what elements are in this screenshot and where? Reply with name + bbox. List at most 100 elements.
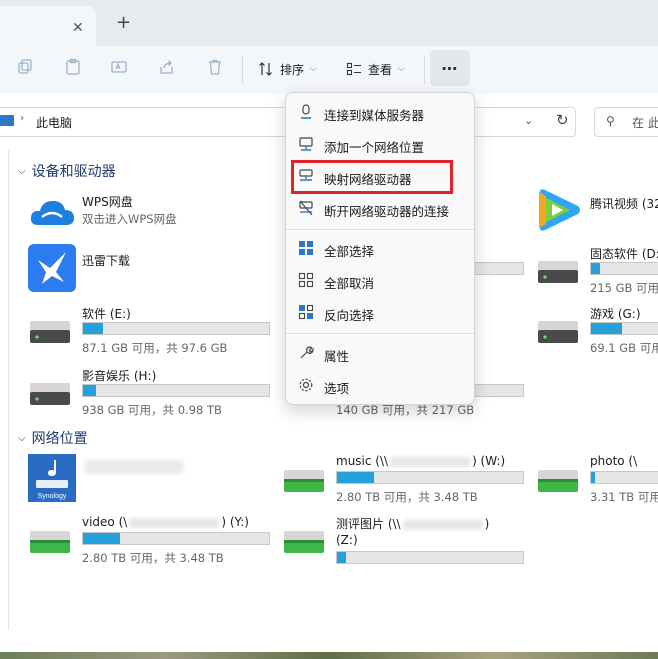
network-drive-photo[interactable]: photo (\ 3.31 TB 可用 <box>536 454 658 514</box>
rename-icon[interactable] <box>110 58 128 76</box>
chevron-down-icon: ⌵ <box>18 165 26 177</box>
drive-name: music (\\) (W:) <box>336 454 505 468</box>
drive-item-g[interactable]: 游戏 (G:) 69.1 GB 可用 <box>536 305 658 365</box>
close-tab-icon[interactable]: ✕ <box>72 20 84 36</box>
hard-drive-icon <box>30 321 70 343</box>
drive-free-space: 2.80 TB 可用，共 3.48 TB <box>82 551 224 565</box>
drive-usage-bar <box>82 532 270 545</box>
section-network-title: 网络位置 <box>31 431 88 447</box>
select-none-icon <box>298 272 314 288</box>
sort-label: 排序 <box>280 62 305 77</box>
menu-item-label: 添加一个网络位置 <box>324 140 425 155</box>
drive-usage-bar <box>82 322 270 335</box>
drive-name-suffix: ) (Y:) <box>221 515 249 529</box>
select-all-icon <box>299 241 313 255</box>
copy-icon[interactable] <box>16 58 34 76</box>
drive-item-h[interactable]: 影音娱乐 (H:) 938 GB 可用，共 0.98 TB <box>28 367 278 427</box>
redacted-name <box>84 460 184 474</box>
drive-name-prefix: 测评图片 (\\ <box>336 517 401 531</box>
drive-usage-fill <box>83 323 104 334</box>
network-location-icon <box>299 137 313 151</box>
network-item-synology[interactable]: Synology <box>28 454 188 514</box>
disconnect-drive-icon <box>299 200 313 216</box>
invert-selection-icon <box>298 304 314 320</box>
nav-pane-divider <box>8 150 9 630</box>
drive-item-d[interactable]: 固态软件 (D: 215 GB 可用 <box>536 245 658 305</box>
delete-icon[interactable] <box>206 58 224 76</box>
chevron-down-icon: ⌵ <box>18 432 26 444</box>
share-icon[interactable] <box>158 58 176 76</box>
menu-item-label: 全部选择 <box>324 244 375 259</box>
menu-item-connect-media-server[interactable]: 连接到媒体服务器 <box>290 97 472 127</box>
breadcrumb-separator-icon[interactable]: › <box>20 113 24 124</box>
menu-separator <box>286 229 474 230</box>
drive-usage-fill <box>337 472 375 483</box>
network-drive-icon <box>538 470 578 492</box>
drive-free-space: 87.1 GB 可用，共 97.6 GB <box>82 341 228 355</box>
drive-name: 腾讯视频 (32 <box>590 197 658 211</box>
paste-icon[interactable] <box>64 58 82 76</box>
drive-name: 软件 (E:) <box>82 307 131 321</box>
hard-drive-icon <box>538 321 578 343</box>
drive-name: 游戏 (G:) <box>590 307 641 321</box>
tencent-video-icon <box>539 189 580 231</box>
see-more-button[interactable]: ⋯ <box>430 50 470 86</box>
drive-usage-bar <box>590 471 658 484</box>
section-network[interactable]: ⌵ 网络位置 <box>18 428 88 448</box>
computer-icon <box>0 115 14 126</box>
network-drive-y[interactable]: video (\ ) (Y:) 2.80 TB 可用，共 3.48 TB <box>28 515 278 575</box>
drive-name: WPS网盘 <box>82 195 133 209</box>
section-devices[interactable]: ⌵ 设备和驱动器 <box>18 161 116 181</box>
breadcrumb-this-pc[interactable]: 此电脑 <box>36 114 72 131</box>
hard-drive-icon <box>30 383 70 405</box>
file-explorer-window: ✕ + 排序 ⌵ 查看 ⌵ ⋯ › 此电脑 ⌄ ↻ ⚲ 在 此 ⌵ 设备和驱动器… <box>0 0 658 652</box>
drive-letter: (Z:) <box>336 533 358 547</box>
drive-usage-fill <box>83 533 121 544</box>
drive-item-tencent-video[interactable]: 腾讯视频 (32 <box>536 188 658 248</box>
drive-free-space: 69.1 GB 可用 <box>590 341 658 355</box>
drive-usage-bar <box>336 551 524 564</box>
media-server-icon <box>301 104 311 119</box>
new-tab-button[interactable]: + <box>116 12 131 33</box>
drive-name: photo (\ <box>590 454 638 468</box>
menu-item-label: 属性 <box>324 349 350 364</box>
menu-item-select-none[interactable]: 全部取消 <box>290 265 472 295</box>
menu-item-invert-selection[interactable]: 反向选择 <box>290 297 472 327</box>
drive-item-e[interactable]: 软件 (E:) 87.1 GB 可用，共 97.6 GB <box>28 305 278 365</box>
view-label: 查看 <box>368 62 393 77</box>
network-drive-icon <box>30 531 70 553</box>
drive-subtitle: 双击进入WPS网盘 <box>82 212 177 226</box>
address-history-chevron-icon[interactable]: ⌄ <box>524 114 533 127</box>
drive-usage-bar <box>82 384 270 397</box>
drive-free-space: 3.31 TB 可用 <box>590 490 658 504</box>
menu-item-select-all[interactable]: 全部选择 <box>290 233 472 263</box>
view-icon <box>346 62 361 76</box>
sort-icon <box>259 62 272 76</box>
menu-item-properties[interactable]: 属性 <box>290 338 472 368</box>
network-drive-w[interactable]: music (\\) (W:) 2.80 TB 可用，共 3.48 TB <box>282 454 532 514</box>
tab-this-pc[interactable]: ✕ <box>0 6 96 46</box>
chevron-down-icon: ⌵ <box>398 64 405 74</box>
drive-usage-fill <box>591 323 623 334</box>
menu-item-label: 反向选择 <box>324 308 375 323</box>
sort-button[interactable]: 排序 ⌵ <box>258 59 317 79</box>
network-drive-z[interactable]: 测评图片 (\\) (Z:) <box>282 515 532 575</box>
drive-name-suffix: ) <box>484 517 490 531</box>
redacted-path <box>390 456 471 467</box>
menu-item-options[interactable]: 选项 <box>290 370 472 400</box>
hard-drive-icon <box>538 261 578 283</box>
drive-item-xunlei[interactable]: 迅雷下载 <box>28 244 248 312</box>
desktop-background-strip <box>0 652 658 659</box>
redacted-path <box>402 519 483 530</box>
menu-item-disconnect-network-drive[interactable]: 断开网络驱动器的连接 <box>290 193 472 223</box>
menu-item-add-network-location[interactable]: 添加一个网络位置 <box>290 129 472 159</box>
search-placeholder: 在 此 <box>632 116 658 130</box>
drive-free-space: 938 GB 可用，共 0.98 TB <box>82 403 222 417</box>
menu-item-label: 选项 <box>324 381 350 396</box>
drive-usage-bar <box>590 262 658 275</box>
refresh-icon[interactable]: ↻ <box>556 111 569 129</box>
view-button[interactable]: 查看 ⌵ <box>346 59 405 79</box>
drive-name: 迅雷下载 <box>82 254 131 268</box>
drive-name: video (\ ) (Y:) <box>82 515 249 529</box>
drive-name-prefix: video (\ <box>82 515 128 529</box>
